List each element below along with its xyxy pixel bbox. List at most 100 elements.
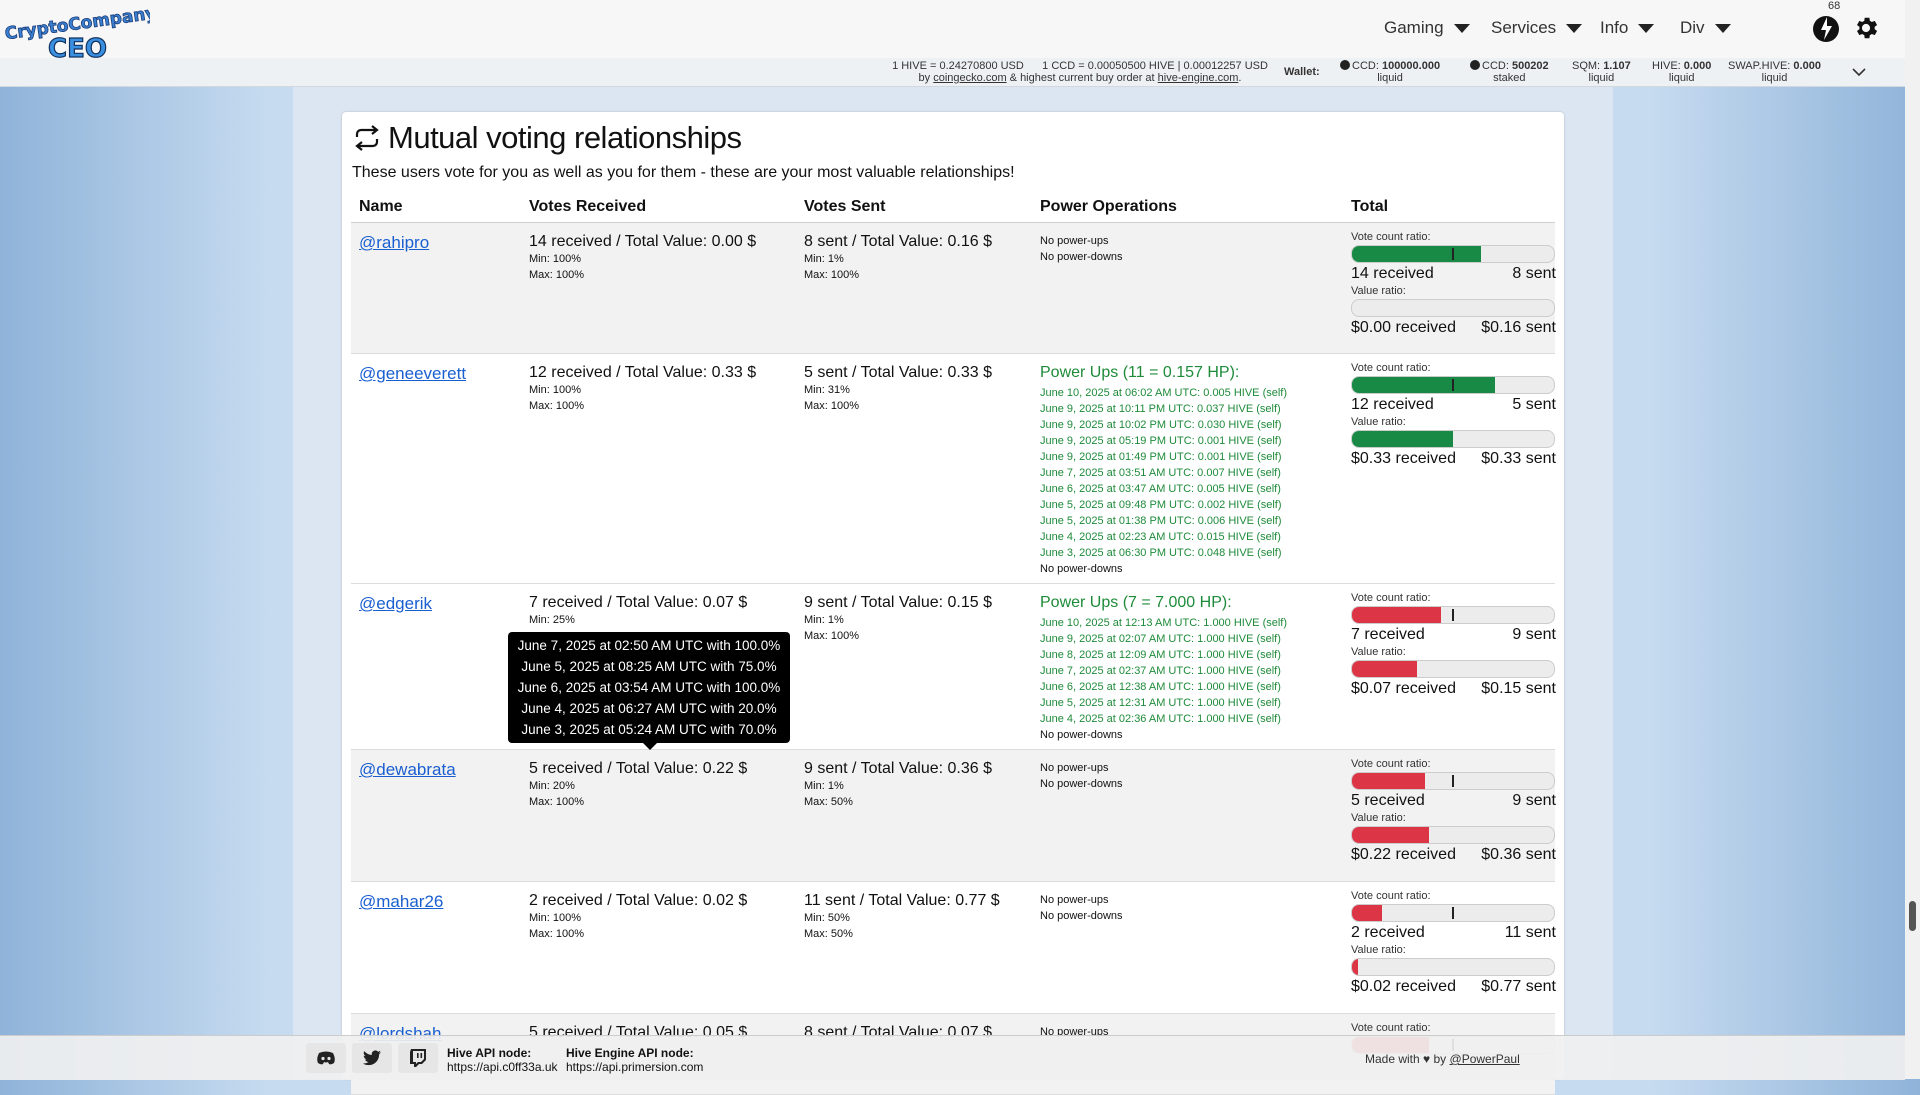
username-link[interactable]: @edgerik	[359, 594, 432, 614]
count-received: 2 received	[1351, 924, 1425, 941]
value-received: $0.02 received	[1351, 978, 1456, 995]
made-by: Made with ♥ by @PowerPaul	[1365, 1052, 1520, 1066]
menu-gaming[interactable]: Gaming	[1384, 18, 1470, 38]
coingecko-link[interactable]: coingecko.com	[933, 72, 1006, 84]
wallet-item-value: 100000.000	[1381, 60, 1441, 72]
count-received: 14 received	[1351, 265, 1434, 282]
sent-summary: 9 sent / Total Value: 0.15 $	[804, 594, 992, 611]
total-cell: Vote count ratio: 2 received 11 sent Valu…	[1351, 890, 1556, 998]
sent-max: Max: 100%	[804, 400, 860, 412]
ratio-fill	[1352, 431, 1453, 447]
discord-button[interactable]	[306, 1043, 346, 1073]
wallet-label: Wallet:	[1284, 66, 1320, 78]
power-up-entry: June 10, 2025 at 06:02 AM UTC: 0.005 HIV…	[1040, 387, 1288, 399]
value-ratio-label: Value ratio:	[1351, 416, 1406, 428]
wallet-item-value: 0.000	[1683, 60, 1712, 72]
vote-count-ratio-bar	[1351, 772, 1555, 790]
votes-tooltip: June 7, 2025 at 02:50 AM UTC with 100.0%…	[508, 632, 790, 750]
coin-icon	[1340, 60, 1350, 70]
power-ups-title: Power Ups (7 = 7.000 HP):	[1040, 594, 1232, 611]
power-up-entry: June 7, 2025 at 02:37 AM UTC: 1.000 HIVE…	[1040, 665, 1281, 677]
menu-div-label: Div	[1680, 18, 1705, 37]
power-up-entry: June 5, 2025 at 09:48 PM UTC: 0.002 HIVE…	[1040, 499, 1282, 511]
received-min: Min: 100%	[529, 384, 581, 396]
username-link[interactable]: @mahar26	[359, 892, 443, 912]
votes-received-cell[interactable]: 14 received / Total Value: 0.00 $ Min: 1…	[529, 233, 756, 283]
hive-engine-link[interactable]: hive-engine.com	[1158, 72, 1239, 84]
engine-api-label: Hive Engine API node:	[566, 1046, 694, 1060]
value-ratio-bar	[1351, 299, 1555, 317]
power-up-entry: June 4, 2025 at 02:23 AM UTC: 0.015 HIVE…	[1040, 531, 1281, 543]
wallet-ccd-liquid: CCD: 100000.000 liquid	[1340, 60, 1440, 84]
flame-icon[interactable]	[1812, 12, 1840, 44]
value-received: $0.00 received	[1351, 319, 1456, 336]
vote-count-ratio-bar	[1351, 376, 1555, 394]
tooltip-line: June 7, 2025 at 02:50 AM UTC with 100.0%	[517, 638, 781, 653]
value-received: $0.07 received	[1351, 680, 1456, 697]
gear-icon[interactable]	[1852, 14, 1880, 42]
votes-sent-cell[interactable]: 5 sent / Total Value: 0.33 $ Min: 31% Ma…	[804, 364, 992, 414]
wallet-swap-hive: SWAP.HIVE: 0.000 liquid	[1728, 60, 1821, 84]
power-up-entry: June 9, 2025 at 05:19 PM UTC: 0.001 HIVE…	[1040, 435, 1282, 447]
page-title: Mutual voting relationships	[352, 120, 742, 156]
wallet-item-sub: liquid	[1377, 72, 1403, 84]
twitch-button[interactable]	[398, 1043, 438, 1073]
votes-sent-cell[interactable]: 9 sent / Total Value: 0.15 $ Min: 1% Max…	[804, 594, 992, 644]
crypto-company-logo[interactable]: CryptoCompany CEO	[2, 2, 150, 64]
votes-received-cell[interactable]: 7 received / Total Value: 0.07 $ Min: 25…	[529, 594, 747, 628]
vote-count-ratio-bar	[1351, 245, 1555, 263]
username-link[interactable]: @dewabrata	[359, 760, 456, 780]
vote-count-ratio-bar	[1351, 606, 1555, 624]
received-min: Min: 20%	[529, 780, 575, 792]
no-power-ups: No power-ups	[1040, 762, 1109, 774]
value-sent: $0.77 sent	[1481, 978, 1556, 995]
menu-services[interactable]: Services	[1491, 18, 1583, 38]
votes-sent-cell[interactable]: 9 sent / Total Value: 0.36 $ Min: 1% Max…	[804, 760, 992, 810]
chevron-down-icon[interactable]	[1850, 63, 1868, 81]
power-up-entry: June 9, 2025 at 01:49 PM UTC: 0.001 HIVE…	[1040, 451, 1282, 463]
rates-by: by	[918, 72, 931, 84]
votes-sent-cell[interactable]: 11 sent / Total Value: 0.77 $ Min: 50% M…	[804, 892, 1000, 942]
value-labels: $0.33 received $0.33 sent	[1351, 450, 1556, 468]
count-labels: 5 received 9 sent	[1351, 792, 1556, 810]
total-cell: Vote count ratio: 7 received 9 sent Value…	[1351, 592, 1556, 700]
tooltip-line: June 6, 2025 at 03:54 AM UTC with 100.0%	[517, 680, 781, 695]
coin-icon	[1470, 60, 1480, 70]
sent-summary: 5 sent / Total Value: 0.33 $	[804, 364, 992, 381]
scrollbar-thumb[interactable]	[1909, 901, 1916, 931]
wallet-item-name: SWAP.HIVE:	[1728, 60, 1791, 72]
votes-received-cell[interactable]: 12 received / Total Value: 0.33 $ Min: 1…	[529, 364, 756, 414]
ratio-fill	[1352, 827, 1429, 843]
scrollbar[interactable]	[1905, 0, 1920, 1079]
hive-api-label: Hive API node:	[447, 1046, 532, 1060]
votes-received-cell[interactable]: 5 received / Total Value: 0.22 $ Min: 20…	[529, 760, 747, 810]
power-operations-cell: Power Ups (7 = 7.000 HP): June 10, 2025 …	[1040, 594, 1287, 743]
wallet-sqm: SQM: 1.107 liquid	[1572, 60, 1631, 84]
value-ratio-bar	[1351, 660, 1555, 678]
menu-div[interactable]: Div	[1680, 18, 1731, 38]
count-sent: 9 sent	[1512, 792, 1556, 809]
sent-max: Max: 100%	[804, 630, 860, 642]
twitter-icon	[363, 1050, 381, 1066]
page-subtitle: These users vote for you as well as you …	[352, 164, 1015, 181]
menu-info[interactable]: Info	[1600, 18, 1655, 38]
wallet-item-value: 1.107	[1603, 60, 1631, 72]
wallet-item-name: SQM:	[1572, 60, 1601, 72]
sent-min: Min: 50%	[804, 912, 850, 924]
votes-sent-cell[interactable]: 8 sent / Total Value: 0.16 $ Min: 1% Max…	[804, 233, 992, 283]
votes-received-cell[interactable]: 2 received / Total Value: 0.02 $ Min: 10…	[529, 892, 747, 942]
ratio-midpoint	[1452, 907, 1454, 919]
page-title-text: Mutual voting relationships	[388, 120, 742, 155]
discord-icon	[317, 1051, 335, 1065]
value-sent: $0.33 sent	[1481, 450, 1556, 467]
sent-min: Min: 1%	[804, 253, 844, 265]
username-link[interactable]: @geneeverett	[359, 364, 466, 384]
received-summary: 12 received / Total Value: 0.33 $	[529, 364, 757, 381]
count-received: 5 received	[1351, 792, 1425, 809]
power-operations-cell: No power-ups No power-downs	[1040, 760, 1123, 792]
author-link[interactable]: @PowerPaul	[1450, 1052, 1520, 1066]
power-up-entry: June 10, 2025 at 12:13 AM UTC: 1.000 HIV…	[1040, 617, 1288, 629]
username-link[interactable]: @rahipro	[359, 233, 429, 253]
sent-max: Max: 100%	[804, 269, 860, 281]
twitter-button[interactable]	[352, 1043, 392, 1073]
